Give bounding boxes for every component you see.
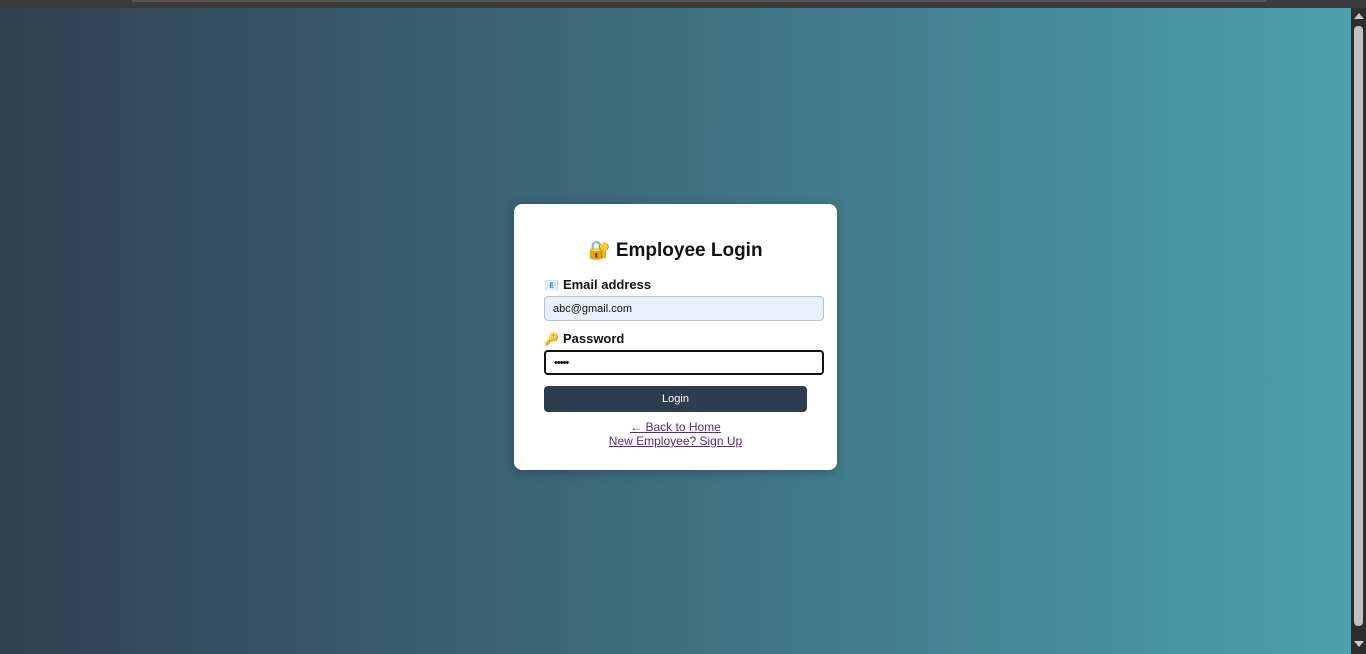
scroll-thumb[interactable] (1354, 26, 1363, 626)
page-background: 🔐Employee Login 📧Email address 🔑Password… (0, 8, 1351, 654)
top-bar-strip (132, 0, 1267, 2)
key-icon: 🔑 (544, 332, 559, 346)
email-label: 📧 Email address (544, 277, 651, 292)
title-text: Employee Login (615, 240, 763, 261)
signup-link[interactable]: New Employee? Sign Up (514, 434, 837, 448)
envelope-icon: 📧 (544, 278, 559, 292)
scroll-down-arrow-icon[interactable] (1354, 641, 1364, 647)
login-card: 🔐Employee Login 📧Email address 🔑Password… (514, 204, 837, 470)
password-label: 🔑 Password (544, 331, 624, 346)
email-label-text: Email address (562, 277, 652, 292)
scrollbar[interactable] (1351, 8, 1366, 654)
lock-key-icon: 🔐 (588, 240, 611, 260)
password-field[interactable] (544, 350, 824, 375)
login-button[interactable]: Login (544, 386, 807, 412)
email-field[interactable] (544, 296, 824, 321)
password-label-text: Password (562, 331, 625, 346)
back-to-home-link[interactable]: ← Back to Home (514, 420, 837, 434)
browser-top-bar (0, 0, 1366, 8)
scroll-up-arrow-icon[interactable] (1354, 13, 1364, 19)
page-title: 🔐 Employee Login (514, 240, 837, 262)
